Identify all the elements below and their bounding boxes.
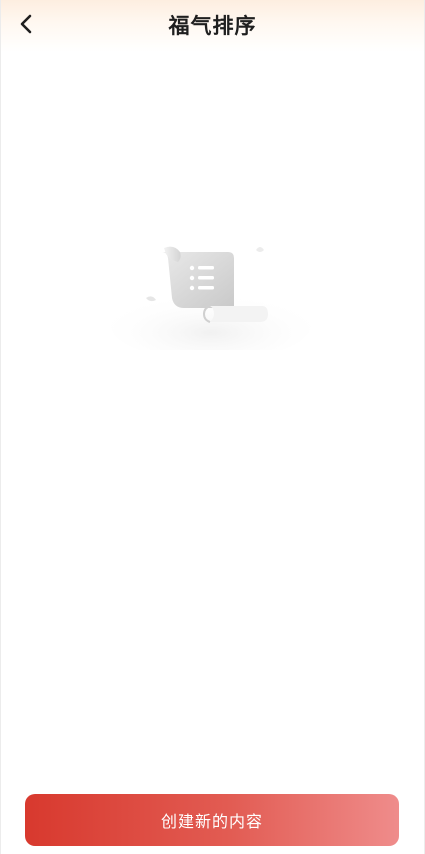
create-new-content-button[interactable]: 创建新的内容 bbox=[25, 794, 399, 846]
empty-list-scroll-icon bbox=[111, 246, 311, 360]
page-title: 福气排序 bbox=[168, 14, 257, 38]
top-nav-bar: 福气排序 bbox=[1, 0, 424, 52]
app-screen: 福气排序 创建新的内容 bbox=[0, 0, 425, 854]
empty-state-illustration bbox=[106, 240, 316, 360]
